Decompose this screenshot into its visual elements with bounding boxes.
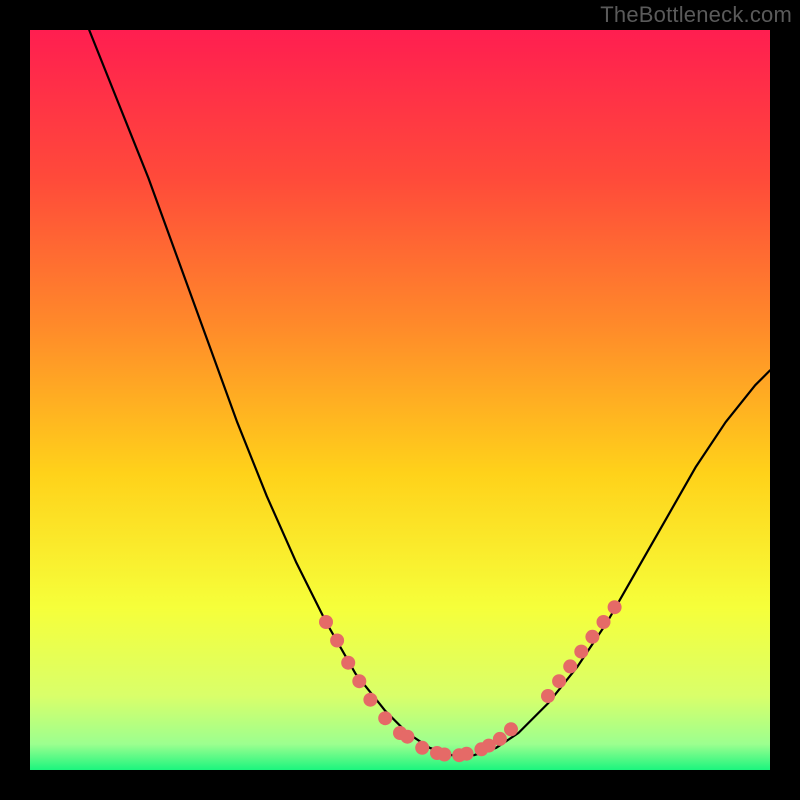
marker-dot	[352, 674, 366, 688]
marker-dot	[608, 600, 622, 614]
marker-dot	[585, 630, 599, 644]
marker-dot	[552, 674, 566, 688]
marker-dot	[541, 689, 555, 703]
marker-dot	[437, 748, 451, 762]
marker-dot	[400, 730, 414, 744]
chart-frame: TheBottleneck.com	[0, 0, 800, 800]
bottleneck-chart	[0, 0, 800, 800]
marker-dot	[341, 656, 355, 670]
marker-dot	[597, 615, 611, 629]
marker-dot	[563, 659, 577, 673]
marker-dot	[460, 747, 474, 761]
marker-dot	[319, 615, 333, 629]
plot-background	[30, 30, 770, 770]
marker-dot	[504, 722, 518, 736]
marker-dot	[493, 732, 507, 746]
marker-dot	[330, 634, 344, 648]
marker-dot	[415, 741, 429, 755]
marker-dot	[574, 645, 588, 659]
marker-dot	[363, 693, 377, 707]
marker-dot	[378, 711, 392, 725]
